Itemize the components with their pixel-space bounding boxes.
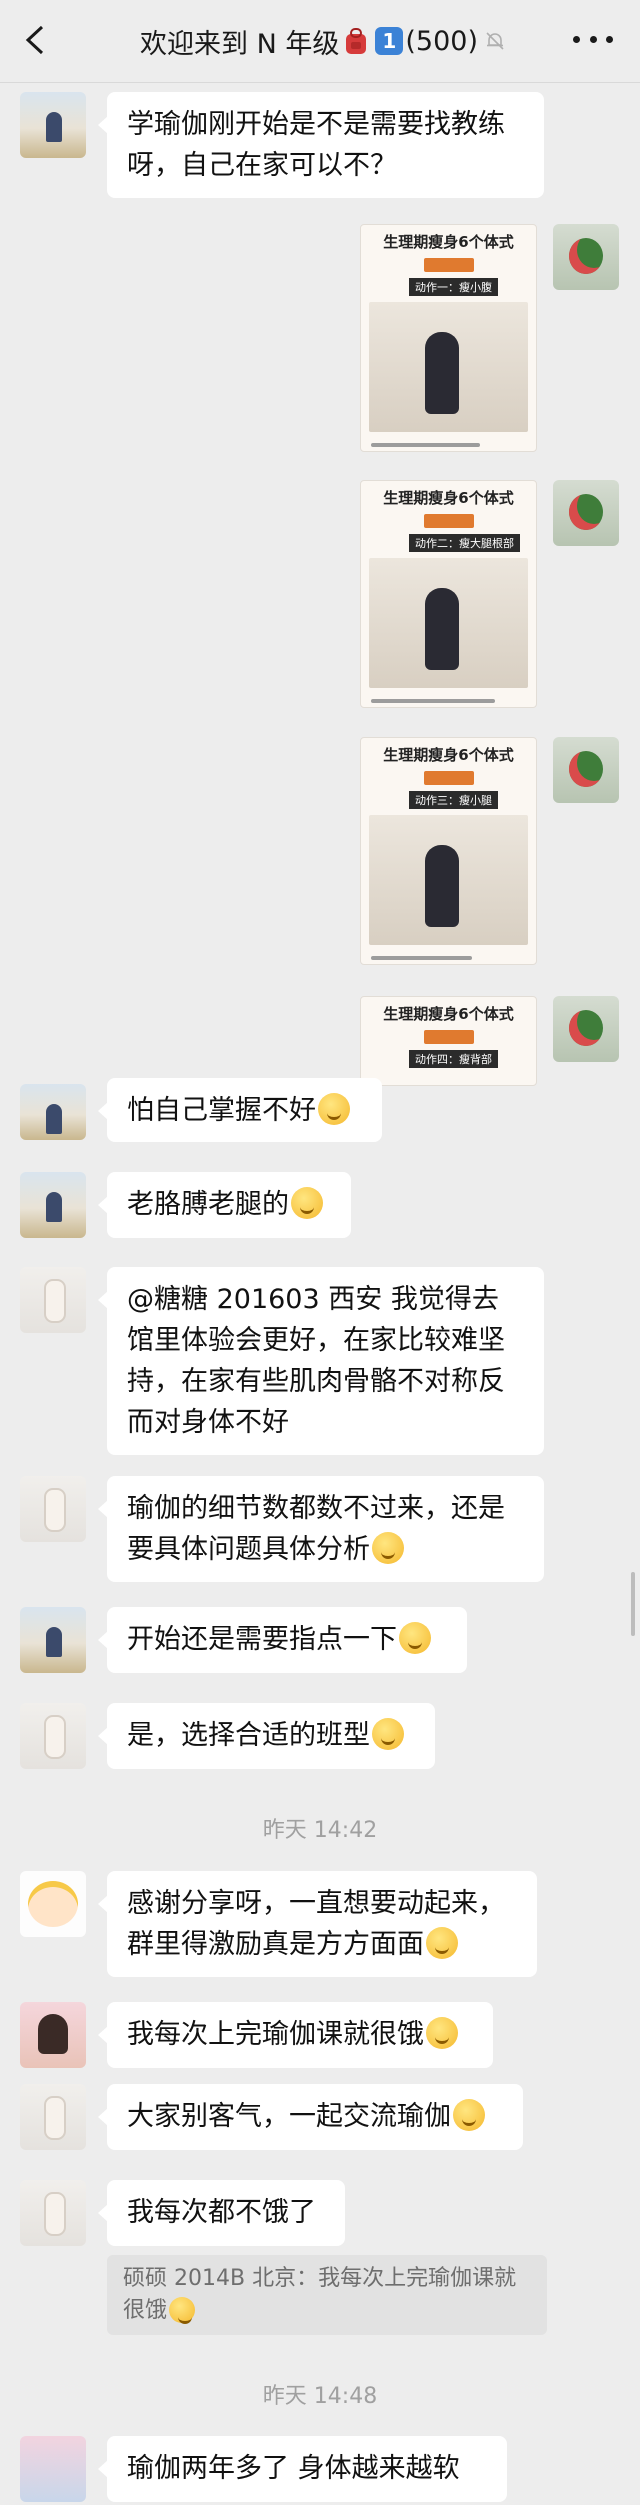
chat-header: 欢迎来到 N 年级 1 (500): [0, 0, 640, 83]
keycap-number-badge: 1: [375, 27, 404, 55]
avatar[interactable]: [553, 480, 619, 546]
scrollbar[interactable]: [631, 1572, 635, 1636]
smile-emoji: [372, 1532, 404, 1564]
message-bubble[interactable]: 我每次都不饿了: [98, 2180, 345, 2246]
chat-title: 欢迎来到 N 年级 1 (500): [140, 20, 506, 62]
laugh-cry-emoji: [169, 2297, 196, 2324]
avatar[interactable]: [20, 1703, 86, 1769]
avatar[interactable]: [20, 1267, 86, 1333]
message-bubble[interactable]: 我每次上完瑜伽课就很饿: [98, 2002, 493, 2068]
smirk-emoji: [426, 1927, 458, 1959]
avatar[interactable]: [20, 1084, 86, 1140]
avatar[interactable]: [553, 737, 619, 803]
image-message[interactable]: 生理期瘦身6个体式 动作四：瘦背部: [360, 996, 537, 1086]
image-subtitle: 动作二：瘦大腿根部: [409, 534, 520, 552]
avatar[interactable]: [20, 2084, 86, 2150]
message-text: 大家别客气，一起交流瑜伽: [127, 2101, 451, 2132]
chat-title-text: 欢迎来到 N 年级: [140, 28, 340, 60]
message-text: 瑜伽的细节数都数不过来，还是要具体问题具体分析: [127, 1493, 505, 1565]
timestamp: 昨天 14:48: [262, 2384, 378, 2409]
message-bubble[interactable]: 瑜伽的细节数都数不过来，还是要具体问题具体分析: [98, 1476, 544, 1582]
image-subtitle: 动作一：瘦小腹: [409, 278, 498, 296]
message-text: 怕自己掌握不好: [127, 1095, 316, 1126]
smirk-emoji: [318, 1093, 350, 1125]
message-text: 我每次上完瑜伽课就很饿: [127, 2019, 424, 2050]
message-bubble[interactable]: 怕自己掌握不好: [98, 1078, 382, 1142]
message-text: 瑜伽两年多了 身体越来越软: [127, 2453, 460, 2484]
message-bubble[interactable]: 是，选择合适的班型: [98, 1703, 435, 1769]
avatar[interactable]: [20, 1476, 86, 1542]
yoga-photo: [369, 815, 528, 945]
message-text: 我每次都不饿了: [127, 2197, 316, 2228]
avatar[interactable]: [20, 2436, 86, 2502]
message-bubble[interactable]: 老胳膊老腿的: [98, 1172, 351, 1238]
avatar[interactable]: [20, 2180, 86, 2246]
image-title: 生理期瘦身6个体式: [383, 746, 514, 764]
quoted-message[interactable]: 硕硕 2014B 北京：我每次上完瑜伽课就很饿: [107, 2255, 547, 2335]
image-message[interactable]: 生理期瘦身6个体式 动作一：瘦小腹: [360, 224, 537, 452]
message-text: 开始还是需要指点一下: [127, 1624, 397, 1655]
laugh-cry-emoji: [291, 1187, 323, 1219]
more-icon[interactable]: [573, 36, 613, 46]
image-message[interactable]: 生理期瘦身6个体式 动作二：瘦大腿根部: [360, 480, 537, 708]
avatar[interactable]: [20, 1172, 86, 1238]
message-bubble[interactable]: 开始还是需要指点一下: [98, 1607, 467, 1673]
avatar[interactable]: [553, 996, 619, 1062]
message-bubble[interactable]: 学瑜伽刚开始是不是需要找教练呀，自己在家可以不？: [98, 92, 544, 198]
laugh-cry-emoji: [426, 2017, 458, 2049]
avatar[interactable]: [20, 2002, 86, 2068]
message-bubble[interactable]: 大家别客气，一起交流瑜伽: [98, 2084, 523, 2150]
smile-emoji: [372, 1718, 404, 1750]
member-count: (500): [405, 25, 478, 57]
message-text: 是，选择合适的班型: [127, 1720, 370, 1751]
image-title: 生理期瘦身6个体式: [383, 489, 514, 507]
image-message[interactable]: 生理期瘦身6个体式 动作三：瘦小腿: [360, 737, 537, 965]
avatar[interactable]: [20, 1871, 86, 1937]
mute-bell-icon: [486, 32, 504, 50]
message-bubble[interactable]: 瑜伽两年多了 身体越来越软: [98, 2436, 507, 2502]
back-icon[interactable]: [22, 24, 50, 56]
message-text: @糖糖 201603 西安 我觉得去馆里体验会更好，在家比较难坚持，在家有些肌肉…: [127, 1284, 505, 1438]
avatar[interactable]: [20, 92, 86, 158]
image-title: 生理期瘦身6个体式: [383, 1005, 514, 1023]
avatar[interactable]: [553, 224, 619, 290]
message-text: 老胳膊老腿的: [127, 1189, 289, 1220]
message-text: 学瑜伽刚开始是不是需要找教练呀，自己在家可以不？: [127, 109, 505, 181]
image-title: 生理期瘦身6个体式: [383, 233, 514, 251]
message-bubble[interactable]: 感谢分享呀，一直想要动起来，群里得激励真是方方面面: [98, 1871, 537, 1977]
smile-emoji: [453, 2099, 485, 2131]
avatar[interactable]: [20, 1607, 86, 1673]
image-subtitle: 动作三：瘦小腿: [409, 791, 498, 809]
backpack-icon: [346, 28, 367, 54]
timestamp: 昨天 14:42: [262, 1818, 378, 1843]
yoga-photo: [369, 302, 528, 432]
smirk-emoji: [399, 1622, 431, 1654]
yoga-photo: [369, 558, 528, 688]
image-subtitle: 动作四：瘦背部: [409, 1050, 498, 1068]
message-bubble[interactable]: @糖糖 201603 西安 我觉得去馆里体验会更好，在家比较难坚持，在家有些肌肉…: [98, 1267, 544, 1455]
